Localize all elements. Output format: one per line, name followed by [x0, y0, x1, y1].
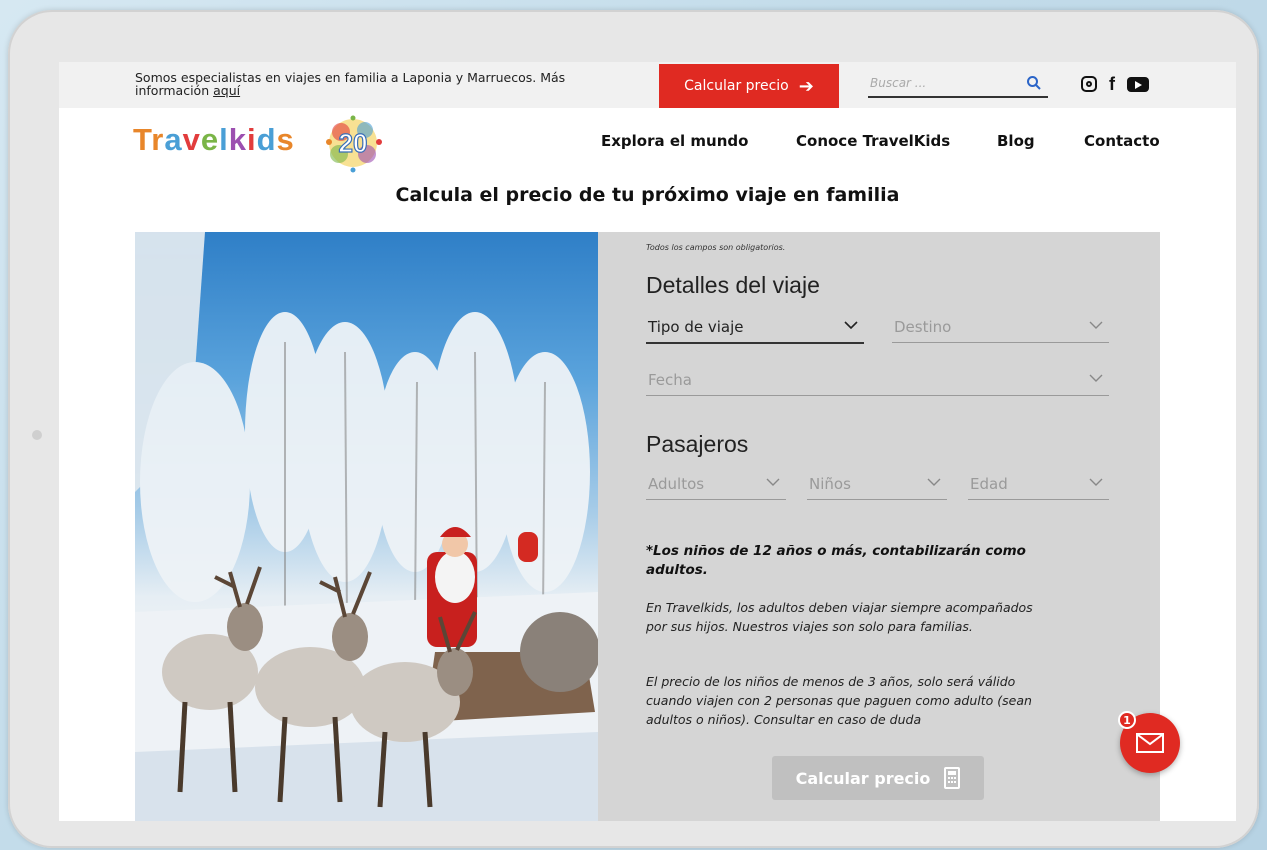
travelkids-logo[interactable]: Travelkids: [133, 122, 295, 158]
calculate-price-top-button[interactable]: Calcular precio ➔: [659, 64, 839, 108]
logo-letter: i: [246, 122, 257, 157]
family-travel-note: En Travelkids, los adultos deben viajar …: [646, 600, 1033, 634]
chat-button[interactable]: 1: [1118, 711, 1180, 773]
calculate-price-top-label: Calcular precio: [684, 78, 789, 94]
calculate-price-label: Calcular precio: [795, 768, 931, 788]
logo-letter: a: [164, 122, 183, 157]
trip-details-heading: Detalles del viaje: [646, 272, 820, 298]
price-form-panel: Todos los campos son obligatorios. Detal…: [598, 232, 1160, 821]
logo-letter: s: [276, 122, 295, 157]
age-label: Edad: [970, 475, 1008, 493]
top-bar: Somos especialistas en viajes en familia…: [59, 62, 1236, 108]
children-label: Niños: [809, 475, 851, 493]
youtube-icon[interactable]: [1127, 76, 1149, 92]
children-select[interactable]: Niños: [807, 469, 947, 500]
notification-count-badge: 1: [1118, 711, 1136, 729]
date-label: Fecha: [648, 371, 692, 389]
required-fields-note: Todos los campos son obligatorios.: [646, 243, 786, 252]
anniversary-20-badge: 20: [326, 115, 382, 173]
browser-screen: Somos especialistas en viajes en familia…: [59, 62, 1236, 821]
logo-letter: k: [228, 122, 247, 157]
social-links: f: [1081, 74, 1149, 94]
adults-label: Adultos: [648, 475, 705, 493]
badge-text: 20: [339, 128, 368, 158]
nav-explora[interactable]: Explora el mundo: [601, 132, 748, 150]
logo-letter: e: [200, 122, 220, 157]
logo-letter: l: [219, 122, 229, 157]
chevron-down-icon: [927, 478, 941, 486]
adults-select[interactable]: Adultos: [646, 469, 786, 500]
chevron-down-icon: [1089, 321, 1103, 329]
chevron-down-icon: [1089, 478, 1103, 486]
calculate-price-button[interactable]: Calcular precio: [772, 756, 984, 800]
search-input[interactable]: Buscar ...: [868, 74, 1048, 98]
chevron-down-icon: [1089, 374, 1103, 382]
destination-label: Destino: [894, 318, 952, 336]
date-select[interactable]: Fecha: [646, 365, 1109, 396]
chevron-down-icon: [844, 321, 858, 330]
search-placeholder: Buscar ...: [870, 76, 927, 90]
envelope-icon: [1136, 733, 1164, 753]
nav-blog[interactable]: Blog: [997, 132, 1035, 150]
nav-contacto[interactable]: Contacto: [1084, 132, 1160, 150]
calculator-icon: [944, 767, 961, 789]
camera-dot: [32, 430, 42, 440]
logo-letter: r: [151, 122, 165, 157]
arrow-right-icon: ➔: [798, 75, 814, 97]
search-icon[interactable]: [1026, 75, 1042, 91]
age-rule-note: *Los niños de 12 años o más, contabiliza…: [646, 543, 1026, 578]
tablet-frame: Somos especialistas en viajes en familia…: [8, 10, 1259, 848]
passengers-heading: Pasajeros: [646, 431, 749, 457]
promo-message: Somos especialistas en viajes en familia…: [135, 70, 566, 98]
infant-price-note: El precio de los niños de menos de 3 año…: [646, 674, 1032, 727]
destination-select[interactable]: Destino: [892, 312, 1109, 343]
logo-letter: v: [182, 122, 201, 157]
lapland-santa-photo: [135, 232, 598, 821]
age-select[interactable]: Edad: [968, 469, 1109, 500]
nav-conoce[interactable]: Conoce TravelKids: [796, 132, 950, 150]
chevron-down-icon: [766, 478, 780, 486]
facebook-icon[interactable]: f: [1109, 74, 1115, 94]
trip-type-select[interactable]: Tipo de viaje: [646, 312, 864, 344]
page-title: Calcula el precio de tu próximo viaje en…: [395, 184, 900, 206]
logo-letter: T: [133, 122, 152, 157]
promo-link[interactable]: aquí: [213, 83, 240, 98]
logo-letter: d: [256, 122, 277, 157]
trip-type-label: Tipo de viaje: [648, 318, 744, 336]
santa-reindeer-illustration: [135, 232, 598, 821]
instagram-icon[interactable]: [1081, 76, 1097, 92]
promo-text: Somos especialistas en viajes en familia…: [135, 71, 615, 97]
